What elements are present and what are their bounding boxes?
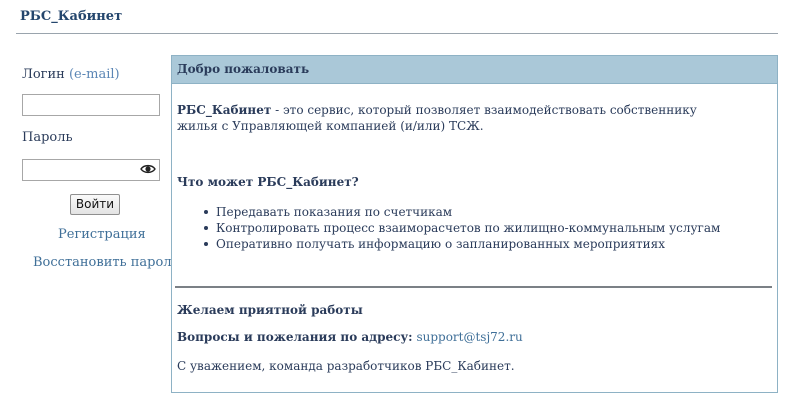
intro-brand: РБС_Кабинет [177,103,272,117]
login-button[interactable]: Войти [70,194,120,215]
header-divider [16,33,778,34]
contact-label: Вопросы и пожелания по адресу: [177,330,413,344]
support-email-link[interactable]: support@tsj72.ru [416,330,522,344]
features-title: Что может РБС_Кабинет? [177,175,359,189]
feature-item: Контролировать процесс взаиморасчетов по… [203,221,721,235]
feature-item: Передавать показания по счетчикам [203,204,720,220]
app-title[interactable]: РБС_Кабинет [20,9,122,24]
feature-item: Оперативно получать информацию о заплани… [203,236,720,252]
restore-password-link[interactable]: Восстановить пароль [33,255,179,270]
login-label: Логин (e-mail) [22,67,120,82]
password-label: Пароль [22,130,73,145]
eye-icon[interactable] [140,163,156,175]
login-label-hint: (e-mail) [68,67,120,82]
welcome-panel-title: Добро пожаловать [172,56,777,84]
login-input[interactable] [22,94,160,116]
intro-text: РБС_Кабинет - это сервис, который позвол… [177,102,737,134]
panel-divider [175,286,772,288]
features-list: Передавать показания по счетчикам Контро… [203,204,721,252]
regards-text: С уважением, команда разработчиков РБС_К… [177,359,515,373]
welcome-panel: Добро пожаловать РБС_Кабинет - это серви… [171,55,778,393]
wishes-text: Желаем приятной работы [177,303,363,317]
register-link[interactable]: Регистрация [58,227,146,242]
contact-line: Вопросы и пожелания по адресу: support@t… [177,330,523,344]
login-label-text: Логин [22,67,65,82]
